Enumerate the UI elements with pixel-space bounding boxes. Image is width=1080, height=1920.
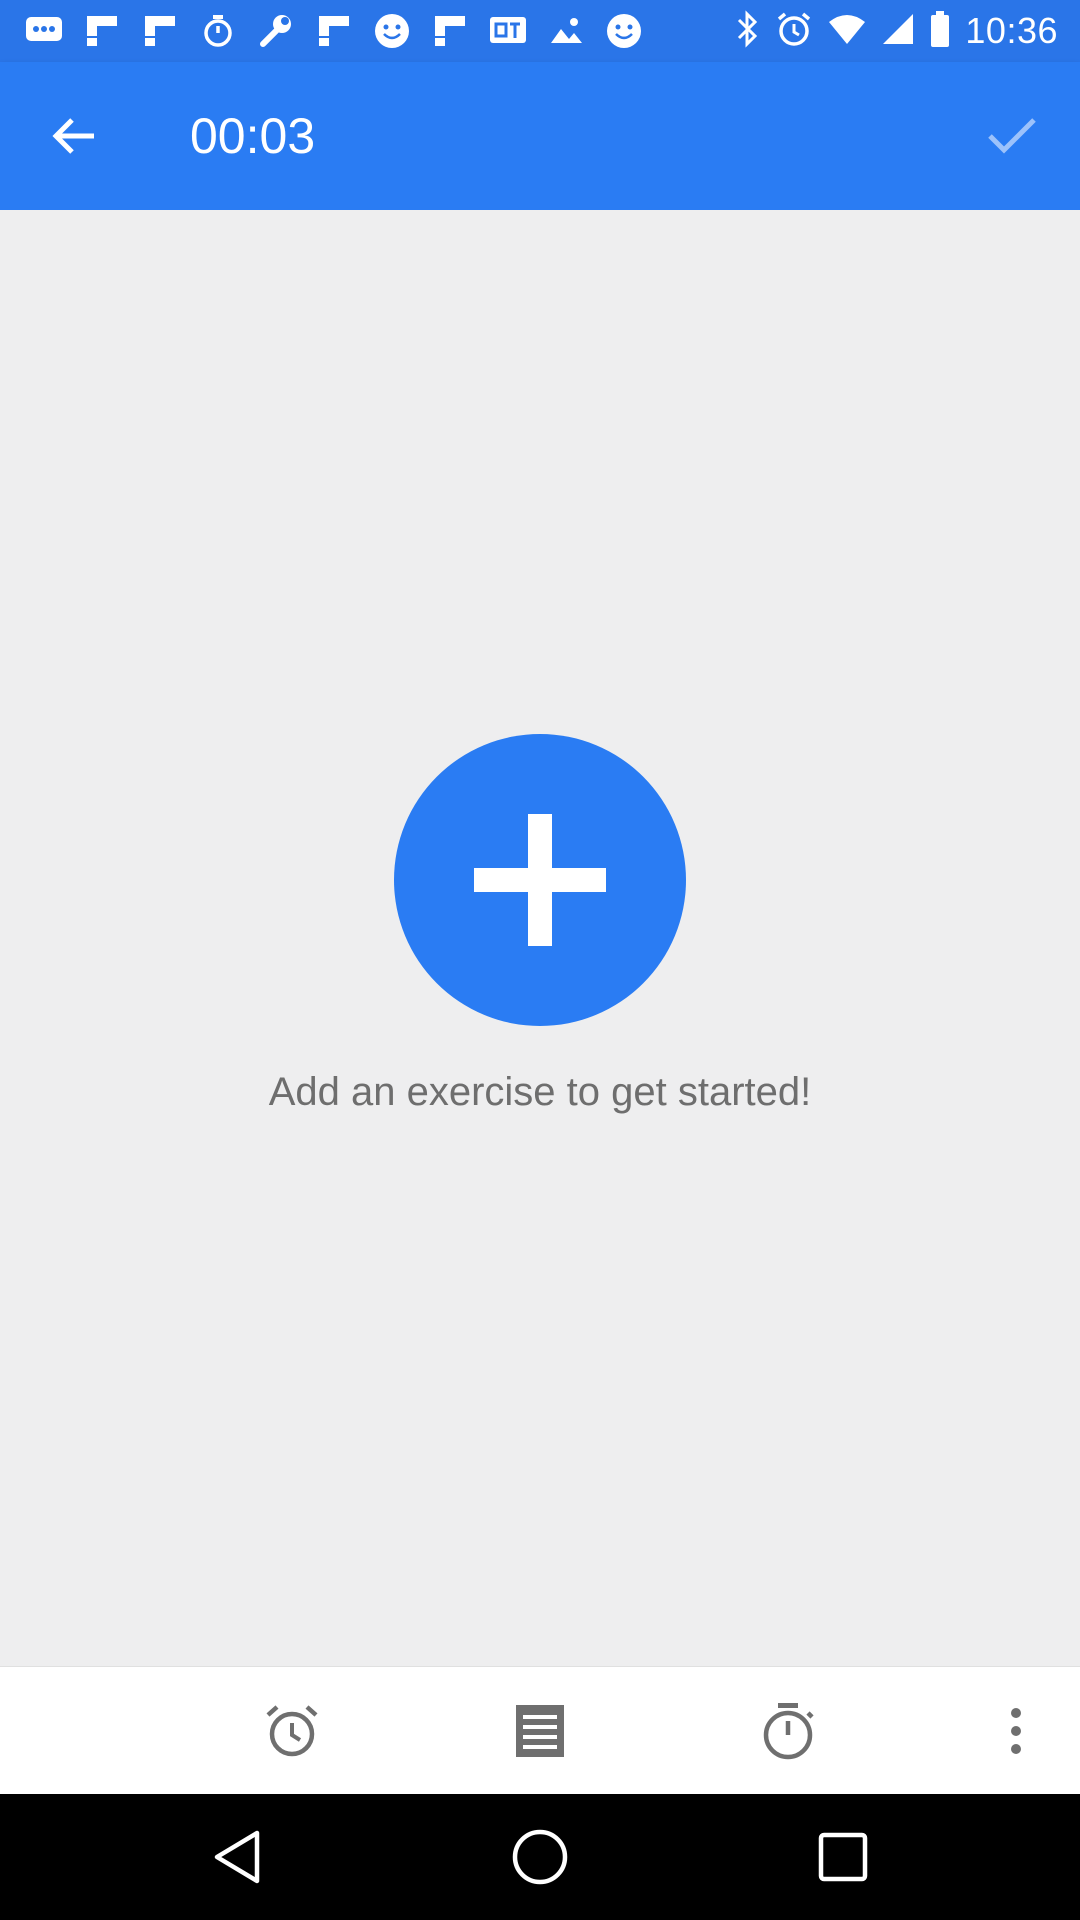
- flipboard-icon: [80, 9, 124, 53]
- battery-icon: [929, 10, 951, 53]
- app-bar: 00:03: [0, 62, 1080, 210]
- status-bar: 10:36: [0, 0, 1080, 62]
- smiley-icon: [370, 9, 414, 53]
- arrow-back-icon: [52, 118, 94, 154]
- stopwatch-icon: [763, 1703, 814, 1760]
- status-time: 10:36: [965, 10, 1058, 51]
- workout-timer-title: 00:03: [190, 108, 316, 164]
- home-circle-icon: [512, 1829, 568, 1885]
- check-icon: [988, 118, 1036, 154]
- nav-recents-button[interactable]: [798, 1812, 888, 1902]
- workout-notes-button[interactable]: [498, 1689, 582, 1773]
- stopwatch-button[interactable]: [746, 1689, 830, 1773]
- notes-icon: [516, 1705, 564, 1757]
- empty-workout-area: Add an exercise to get started!: [0, 210, 1080, 1666]
- messaging-icon: [22, 9, 66, 53]
- navigation-bar: [0, 1794, 1080, 1920]
- signal-icon: [881, 12, 915, 51]
- wrench-icon: [254, 9, 298, 53]
- more-vert-icon: [1011, 1708, 1021, 1754]
- flipboard-icon: [428, 9, 472, 53]
- alarm-clock-icon: [266, 1705, 318, 1757]
- more-options-button[interactable]: [974, 1689, 1058, 1773]
- nav-home-button[interactable]: [495, 1812, 585, 1902]
- bottom-toolbar: [0, 1666, 1080, 1794]
- bluetooth-icon: [735, 9, 761, 53]
- add-exercise-button[interactable]: [394, 734, 686, 1026]
- photo-icon: [544, 9, 588, 53]
- confirm-button[interactable]: [974, 102, 1050, 170]
- stopwatch-icon: [196, 9, 240, 53]
- rest-timer-button[interactable]: [250, 1689, 334, 1773]
- plus-icon-vertical: [528, 814, 552, 946]
- recents-square-icon: [818, 1832, 868, 1882]
- status-notification-icons: [22, 8, 646, 54]
- alarm-icon: [775, 10, 813, 53]
- empty-state-message: Add an exercise to get started!: [268, 1070, 812, 1114]
- status-system-icons: 10:36: [735, 8, 1058, 54]
- flipboard-icon: [138, 9, 182, 53]
- qt-icon: [486, 9, 530, 53]
- nav-back-button[interactable]: [192, 1812, 282, 1902]
- back-triangle-icon: [214, 1830, 260, 1884]
- smiley-icon: [602, 9, 646, 53]
- wifi-icon: [827, 12, 867, 51]
- back-button[interactable]: [38, 106, 108, 166]
- flipboard-icon: [312, 9, 356, 53]
